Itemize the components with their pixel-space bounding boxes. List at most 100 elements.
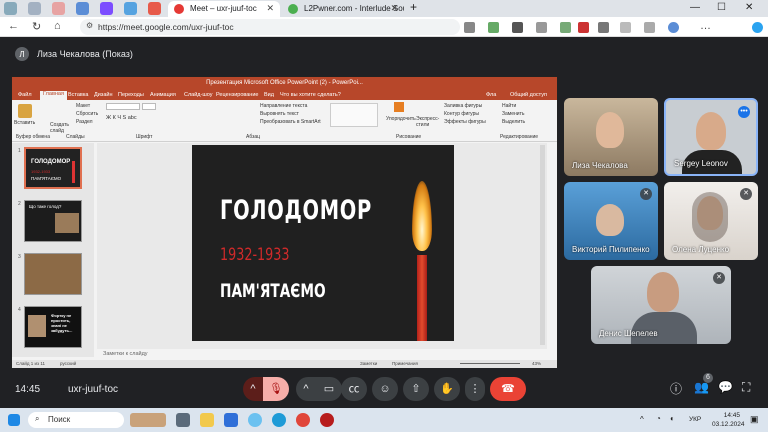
tab-meet[interactable]: Meet – uxr-juuf-toc ✕	[168, 1, 280, 17]
participant-tile[interactable]: ✕ Олена Луценко	[664, 182, 758, 260]
end-call-button[interactable]: ☎	[490, 377, 526, 401]
extension-icon[interactable]	[578, 22, 589, 33]
arrange-icon[interactable]	[394, 102, 404, 112]
site-info-icon[interactable]: ⚙	[86, 21, 93, 30]
participant-tile-active[interactable]: ••• Sergey Leonov	[664, 98, 758, 176]
tab-design[interactable]: Дизайн	[94, 92, 113, 98]
tab-review[interactable]: Рецензирование	[216, 92, 258, 98]
quick-styles-button[interactable]: Экспресс-стили	[416, 116, 439, 128]
slide-notes[interactable]: Заметки к слайду	[97, 351, 547, 359]
taskbar-search[interactable]: ⌕ Поиск	[28, 412, 124, 428]
slide-thumb-3[interactable]	[24, 253, 82, 295]
raise-hand-button[interactable]: ✋	[434, 377, 460, 401]
close-tab-icon[interactable]: ✕	[266, 3, 274, 14]
captions-button[interactable]: ㏄	[341, 377, 367, 401]
present-button[interactable]: ⇧	[403, 377, 429, 401]
copilot-icon[interactable]	[752, 22, 763, 33]
more-options-button[interactable]: ⋮	[465, 377, 485, 401]
tab-icon[interactable]	[100, 2, 113, 15]
more-options-icon[interactable]: •••	[738, 106, 750, 118]
wifi-icon[interactable]: ◔	[656, 414, 661, 423]
extension-icon[interactable]	[560, 22, 571, 33]
arrange-button[interactable]: Упорядочить	[386, 116, 416, 122]
volume-icon[interactable]: ◐	[670, 414, 675, 423]
app-icon[interactable]	[4, 2, 17, 15]
find-button[interactable]: Найти	[502, 103, 516, 109]
extension-icon[interactable]	[598, 22, 609, 33]
camera-options-button[interactable]: ^	[296, 377, 316, 401]
tab-icon[interactable]	[76, 2, 89, 15]
zoom-slider[interactable]	[460, 363, 520, 364]
app-icon[interactable]	[224, 413, 238, 427]
text-direction-button[interactable]: Направление текста	[260, 103, 307, 109]
close-window-button[interactable]: ✕	[745, 2, 753, 13]
language-indicator[interactable]: УКР	[689, 416, 701, 423]
chat-icon[interactable]: 💬	[718, 380, 733, 394]
close-tab-icon[interactable]: ✕	[390, 3, 398, 14]
smartart-button[interactable]: Преобразовать в SmartArt	[260, 119, 321, 125]
more-icon[interactable]: …	[700, 20, 711, 32]
align-text-button[interactable]: Выровнять текст	[260, 111, 299, 117]
url-input[interactable]: ⚙ https://meet.google.com/uxr-juuf-toc	[80, 19, 460, 35]
tab-icon[interactable]	[124, 2, 137, 15]
tell-me-input[interactable]: Что вы хотите сделать?	[280, 92, 341, 98]
extension-icon[interactable]	[464, 22, 475, 33]
tab-icon[interactable]	[28, 2, 41, 15]
new-tab-button[interactable]: +	[410, 0, 417, 14]
tab-l2pwner[interactable]: L2Pwner.com - Interlude Soul Nx ✕	[282, 1, 404, 17]
section-button[interactable]: Раздел	[76, 119, 93, 125]
font-format-icons[interactable]: Ж К Ч S abc	[106, 115, 137, 121]
start-icon[interactable]	[8, 414, 20, 426]
chrome-icon[interactable]	[296, 413, 310, 427]
extension-icon[interactable]	[512, 22, 523, 33]
info-icon[interactable]: ⓘ	[670, 380, 682, 397]
calculator-icon[interactable]	[176, 413, 190, 427]
slide-thumb-4[interactable]: Фортку не простить, знані не забудуть...	[24, 306, 82, 348]
participant-tile[interactable]: ✕ Денис Шепелев	[591, 266, 731, 344]
copilot-icon[interactable]	[248, 413, 262, 427]
home-icon[interactable]: ⌂	[54, 20, 61, 32]
paste-button[interactable]: Вставить	[14, 120, 35, 126]
font-name-input[interactable]	[106, 103, 140, 110]
share-button[interactable]: Общий доступ	[510, 92, 547, 98]
shape-outline-button[interactable]: Контур фигуры	[444, 111, 479, 117]
font-size-input[interactable]	[142, 103, 156, 110]
activities-icon[interactable]: ⛶	[742, 380, 750, 395]
tab-view[interactable]: Вид	[264, 92, 274, 98]
comments-button[interactable]: Примечания	[392, 361, 418, 366]
user-name[interactable]: Фла	[486, 92, 496, 98]
camera-toggle-button[interactable]: ▭	[316, 377, 342, 401]
tab-icon[interactable]	[148, 2, 161, 15]
slide-thumb-1[interactable]: ГОЛОДОМОР 1932-1933 ПАМ'ЯТАЄМО	[24, 147, 82, 189]
news-widget-icon[interactable]	[130, 413, 166, 427]
reset-button[interactable]: Сбросить	[76, 111, 98, 117]
paste-icon[interactable]	[18, 104, 32, 118]
shape-effects-button[interactable]: Эффекты фигуры	[444, 119, 486, 125]
edge-icon[interactable]	[272, 413, 286, 427]
file-explorer-icon[interactable]	[200, 413, 214, 427]
profile-icon[interactable]	[668, 22, 679, 33]
mic-options-button[interactable]: ^	[243, 377, 263, 401]
tab-animation[interactable]: Анимация	[150, 92, 176, 98]
select-button[interactable]: Выделить	[502, 119, 525, 125]
maximize-button[interactable]: ☐	[717, 2, 726, 13]
tab-home[interactable]: Главная	[40, 91, 67, 100]
slide-thumb-2[interactable]: Що таке голод?	[24, 200, 82, 242]
replace-button[interactable]: Заменить	[502, 111, 524, 117]
favorites-icon[interactable]	[620, 22, 631, 33]
tab-slideshow[interactable]: Слайд-шоу	[184, 92, 213, 98]
new-slide-button[interactable]: Создать слайд	[50, 122, 70, 134]
tab-file[interactable]: Файл	[18, 92, 32, 98]
notifications-icon[interactable]: ▣	[750, 414, 759, 425]
collections-icon[interactable]	[644, 22, 655, 33]
tab-transitions[interactable]: Переходы	[118, 92, 144, 98]
taskbar-clock[interactable]: 14:45 03.12.2024	[712, 411, 745, 429]
participant-tile[interactable]: ✕ Викторий Пилипенко	[564, 182, 658, 260]
tab-icon[interactable]	[52, 2, 65, 15]
tab-insert[interactable]: Вставка	[68, 92, 88, 98]
tray-arrow-icon[interactable]: ^	[640, 415, 644, 424]
emoji-button[interactable]: ☺	[372, 377, 398, 401]
extension-icon[interactable]	[536, 22, 547, 33]
minimize-button[interactable]: —	[690, 2, 700, 13]
layout-button[interactable]: Макет	[76, 103, 90, 109]
